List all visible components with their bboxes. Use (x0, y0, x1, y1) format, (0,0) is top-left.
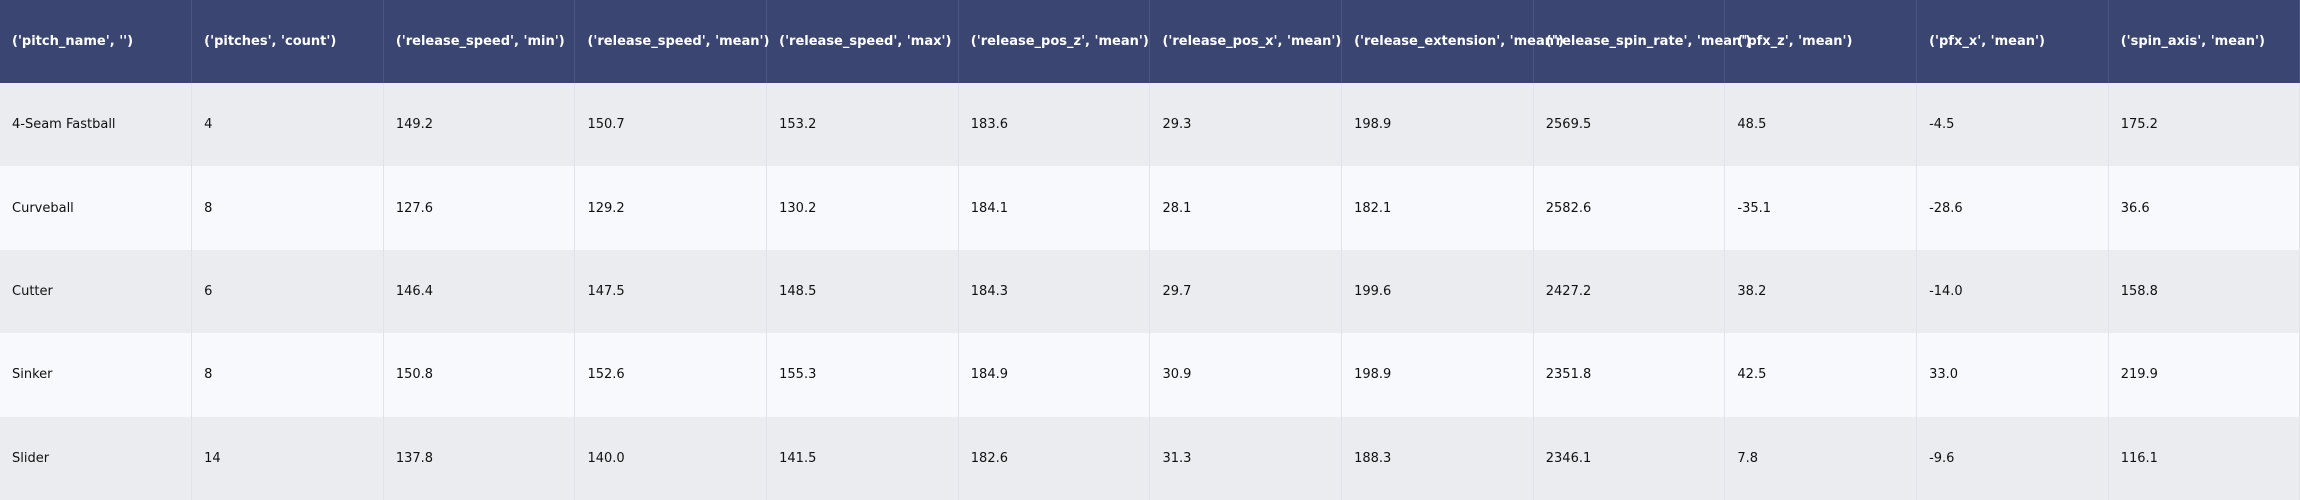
table-cell: 184.1 (958, 166, 1151, 250)
table-cell: -9.6 (1916, 416, 2109, 500)
table-cell: -4.5 (1916, 83, 2109, 167)
table-cell: 127.6 (383, 166, 576, 250)
table-cell: 2346.1 (1533, 416, 1726, 500)
table-cell: 38.2 (1724, 249, 1918, 334)
table-cell: 2351.8 (1533, 333, 1726, 417)
column-header-spin-axis-mean: ('spin_axis', 'mean') (2108, 0, 2300, 83)
table-cell: -35.1 (1724, 166, 1918, 250)
table-cell: 4 (191, 83, 384, 167)
table-cell: Slider (0, 416, 193, 500)
table-cell: Sinker (0, 333, 193, 417)
table-cell: 147.5 (574, 249, 768, 334)
table-cell: 4-Seam Fastball (0, 83, 193, 167)
table-cell: 153.2 (766, 83, 959, 167)
table-cell: 30.9 (1149, 333, 1343, 417)
table-cell: 155.3 (766, 333, 959, 417)
table-cell: 2427.2 (1533, 249, 1726, 334)
table-cell: 2582.6 (1533, 166, 1726, 250)
table-cell: 129.2 (574, 166, 768, 250)
table-cell: 182.1 (1341, 166, 1534, 250)
table-cell: 36.6 (2108, 166, 2300, 250)
column-header-pfx-x-mean: ('pfx_x', 'mean') (1916, 0, 2109, 83)
table-cell: 48.5 (1724, 83, 1918, 167)
table-cell: 8 (191, 166, 384, 250)
table-cell: 28.1 (1149, 166, 1343, 250)
table-cell: 14 (191, 416, 384, 500)
table-cell: 148.5 (766, 249, 959, 334)
table-cell: 152.6 (574, 333, 768, 417)
table-cell: 199.6 (1341, 249, 1534, 334)
column-header-release-speed-min: ('release_speed', 'min') (383, 0, 576, 83)
table-cell: 188.3 (1341, 416, 1534, 500)
column-header-release-extension-mean: ('release_extension', 'mean') (1341, 0, 1564, 83)
table-cell: 8 (191, 333, 384, 417)
pitch-summary-table: ('pitch_name', '') ('pitches', 'count') … (0, 0, 2300, 500)
table-cell: 140.0 (574, 416, 768, 500)
table-cell: 149.2 (383, 83, 576, 167)
column-header-release-speed-mean: ('release_speed', 'mean') (574, 0, 769, 83)
table-cell: 31.3 (1149, 416, 1343, 500)
table-cell: 146.4 (383, 249, 576, 334)
table-cell: 42.5 (1724, 333, 1918, 417)
column-header-release-pos-x-mean: ('release_pos_x', 'mean') (1149, 0, 1343, 83)
table-row: Cutter 6 146.4 147.5 148.5 184.3 29.7 19… (0, 249, 2300, 334)
table-cell: 198.9 (1341, 83, 1534, 167)
table-cell: 175.2 (2108, 83, 2300, 167)
table-cell: 2569.5 (1533, 83, 1726, 167)
table-cell: Curveball (0, 166, 193, 250)
table-cell: 182.6 (958, 416, 1151, 500)
table-cell: 141.5 (766, 416, 959, 500)
table-cell: 183.6 (958, 83, 1151, 167)
column-header-release-speed-max: ('release_speed', 'max') (766, 0, 959, 83)
table-row: 4-Seam Fastball 4 149.2 150.7 153.2 183.… (0, 83, 2300, 167)
table-cell: -14.0 (1916, 249, 2109, 334)
column-header-release-spin-rate-mean: ('release_spin_rate', 'mean') (1533, 0, 1751, 83)
table-cell: 184.9 (958, 333, 1151, 417)
table-row: Sinker 8 150.8 152.6 155.3 184.9 30.9 19… (0, 333, 2300, 417)
table-header-row: ('pitch_name', '') ('pitches', 'count') … (0, 0, 2300, 83)
table-cell: 198.9 (1341, 333, 1534, 417)
table-cell: 137.8 (383, 416, 576, 500)
table-cell: 116.1 (2108, 416, 2300, 500)
table-cell: 7.8 (1724, 416, 1918, 500)
table-cell: 184.3 (958, 249, 1151, 334)
table-cell: 29.7 (1149, 249, 1343, 334)
table-cell: 130.2 (766, 166, 959, 250)
table-cell: 29.3 (1149, 83, 1343, 167)
table-cell: Cutter (0, 249, 193, 334)
table-cell: 150.7 (574, 83, 768, 167)
column-header-pitches-count: ('pitches', 'count') (191, 0, 384, 83)
table-cell: 150.8 (383, 333, 576, 417)
table-row: Slider 14 137.8 140.0 141.5 182.6 31.3 1… (0, 416, 2300, 500)
column-header-pfx-z-mean: ('pfx_z', 'mean') (1724, 0, 1918, 83)
column-header-pitch-name: ('pitch_name', '') (0, 0, 193, 83)
table-cell: 219.9 (2108, 333, 2300, 417)
table-row: Curveball 8 127.6 129.2 130.2 184.1 28.1… (0, 166, 2300, 250)
column-header-release-pos-z-mean: ('release_pos_z', 'mean') (958, 0, 1151, 83)
table-cell: 158.8 (2108, 249, 2300, 334)
table-cell: 33.0 (1916, 333, 2109, 417)
table-cell: 6 (191, 249, 384, 334)
table-cell: -28.6 (1916, 166, 2109, 250)
